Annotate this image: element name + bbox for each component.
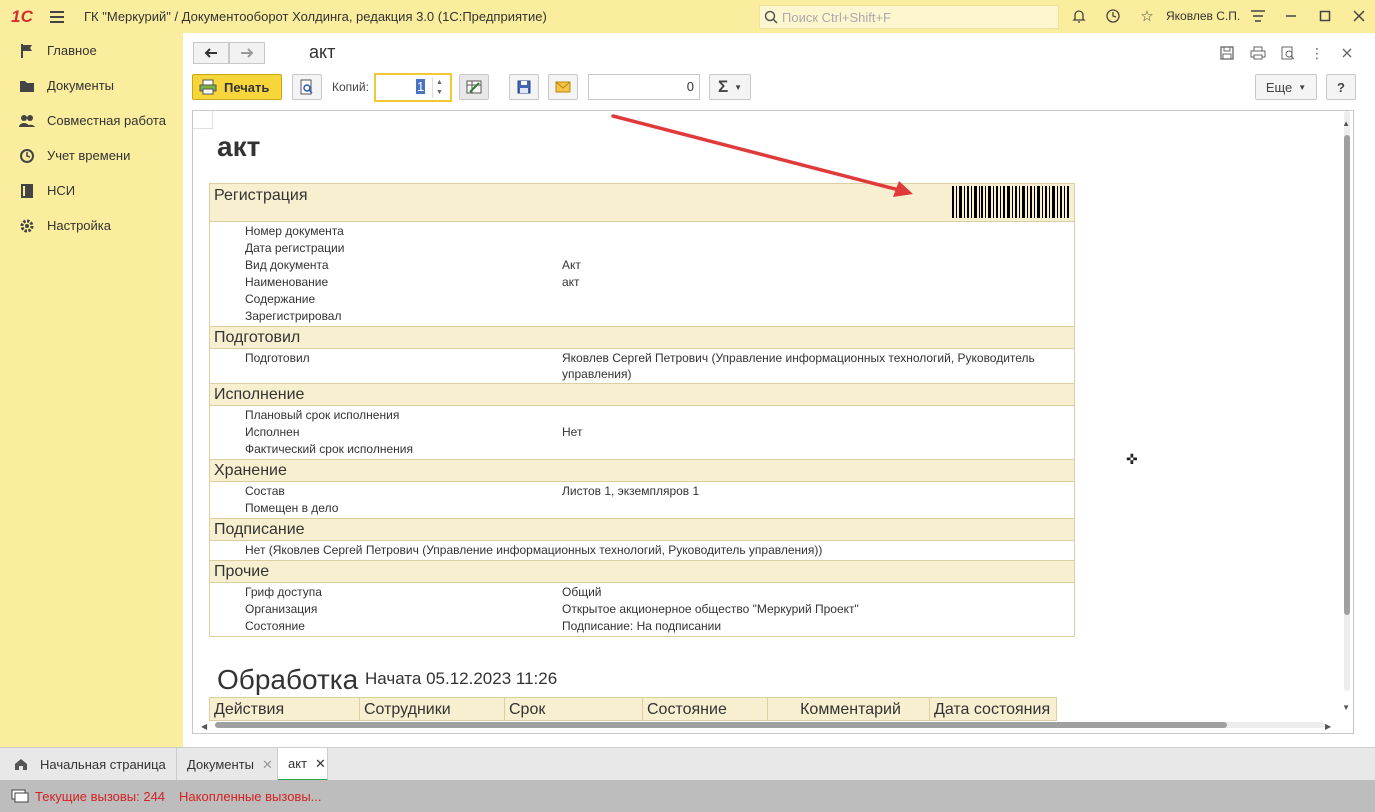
tab-bar: Начальная страница Документы ✕ акт ✕ [0,747,1375,781]
chevron-down-icon: ▼ [734,82,743,92]
sidebar-item-documents[interactable]: Документы [0,68,183,103]
document-area[interactable]: акт Регистрация Номер документа Дата рег… [192,110,1354,734]
tab-documents[interactable]: Документы ✕ [177,748,278,781]
app-logo[interactable]: 1С [0,0,44,33]
user-name[interactable]: Яковлев С.П. [1166,9,1240,23]
home-icon [15,759,27,770]
annotation-arrow [611,114,913,197]
save-doc-icon[interactable] [1217,43,1237,63]
envelope-icon [555,81,571,93]
sidebar: Главное Документы Совместная работа Учет… [0,33,183,747]
send-email-button[interactable] [548,74,578,100]
save-button[interactable] [509,74,539,100]
copies-value: 1 [416,79,426,94]
sidebar-item-main[interactable]: Главное [0,33,183,68]
print-button[interactable]: Печать [192,74,282,100]
more-button-label: Еще [1265,79,1293,95]
close-window-icon[interactable] [1337,43,1357,63]
forward-button[interactable] [229,42,265,64]
sidebar-item-label: НСИ [47,183,76,198]
search-input[interactable]: Поиск Ctrl+Shift+F [759,5,1059,29]
main-menu-icon[interactable] [44,0,70,33]
sidebar-item-settings[interactable]: Настройка [0,208,183,243]
edit-mode-button[interactable] [459,74,489,100]
app-title: ГК "Меркурий" / Документооборот Холдинга… [84,9,547,24]
sidebar-item-label: Настройка [47,218,111,233]
star-icon[interactable]: ☆ [1137,6,1157,26]
maximize-icon[interactable] [1315,6,1335,26]
navigation-buttons [193,42,265,64]
status-bar: Текущие вызовы: 244 Накопленные вызовы..… [0,780,1375,812]
sidebar-item-label: Совместная работа [47,113,166,128]
history-icon[interactable] [1103,6,1123,26]
more-actions-icon[interactable]: ⋮ [1307,43,1327,63]
main-panel: акт ⋮ Печать Копий: 1 ▲ ▼ 0 Σ ▼ Еще ▼ ? … [183,33,1375,747]
flag-icon [18,42,36,60]
current-calls[interactable]: Текущие вызовы: 244 [35,789,165,804]
cursor-icon: ✜ [1126,451,1138,467]
arrow-left-icon [204,48,217,58]
monitor-icon[interactable] [10,787,30,805]
toolbar: Печать Копий: 1 ▲ ▼ 0 Σ ▼ Еще ▼ ? [192,73,1367,102]
clock-icon [18,147,36,165]
chevron-down-icon: ▼ [1298,82,1307,92]
accumulated-calls[interactable]: Накопленные вызовы... [179,789,321,804]
tab-label: Документы [187,757,255,772]
print-button-label: Печать [224,79,270,95]
book-icon [18,182,36,200]
sidebar-item-label: Документы [47,78,115,93]
settings-menu-icon[interactable] [1248,6,1268,26]
help-button[interactable]: ? [1326,74,1356,100]
close-tab-icon[interactable]: ✕ [262,757,273,773]
people-icon [18,112,36,130]
title-bar: 1С ГК "Меркурий" / Документооборот Холди… [0,0,1375,33]
sidebar-item-collaboration[interactable]: Совместная работа [0,103,183,138]
sidebar-item-time-tracking[interactable]: Учет времени [0,138,183,173]
copies-label: Копий: [332,80,369,94]
preview-button[interactable] [292,74,322,100]
copies-field[interactable]: 1 ▲ ▼ [374,73,452,102]
minimize-icon[interactable] [1281,6,1301,26]
close-icon[interactable] [1349,6,1369,26]
copies-stepper[interactable]: ▲ ▼ [432,77,446,98]
more-button[interactable]: Еще ▼ [1255,74,1317,100]
sidebar-item-label: Главное [47,43,97,58]
arrow-right-icon [241,48,254,58]
sidebar-item-nsi[interactable]: НСИ [0,173,183,208]
sum-icon: Σ [717,77,729,96]
back-button[interactable] [193,42,229,64]
tab-act[interactable]: акт ✕ [278,748,328,781]
preview-icon[interactable] [1278,43,1298,63]
tab-label: акт [288,756,308,771]
magnifier-page-icon [300,79,313,95]
search-icon [764,10,778,24]
sum-button[interactable]: Σ ▼ [709,74,751,100]
tab-label: Начальная страница [40,757,166,772]
search-placeholder: Поиск Ctrl+Shift+F [782,9,891,25]
bell-icon[interactable] [1069,6,1089,26]
number-field[interactable]: 0 [588,74,700,100]
floppy-icon [517,80,531,94]
table-edit-icon [466,80,482,94]
printer-icon [199,79,217,95]
window-title: акт [309,42,336,62]
gear-icon [18,217,36,235]
printer-icon[interactable] [1248,43,1268,63]
folder-icon [18,77,36,95]
sidebar-item-label: Учет времени [47,148,131,163]
close-tab-icon[interactable]: ✕ [315,756,326,772]
tab-home[interactable]: Начальная страница [0,748,177,781]
